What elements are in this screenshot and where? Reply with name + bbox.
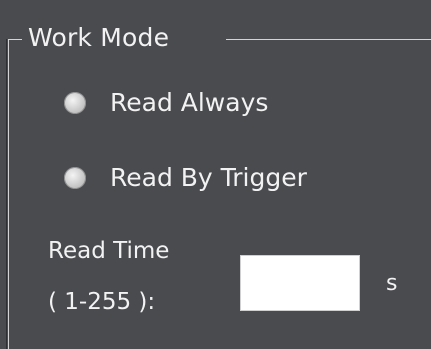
groupbox-border-top-right <box>226 39 431 40</box>
radio-button-icon[interactable] <box>64 167 86 189</box>
groupbox-border-shadow <box>6 39 7 349</box>
radio-read-always-label[interactable]: Read Always <box>110 87 268 119</box>
radio-button-icon[interactable] <box>64 92 86 114</box>
groupbox-border-top-left <box>8 39 22 40</box>
read-time-label: Read Time <box>48 238 170 264</box>
read-time-range-label: ( 1-255 ): <box>48 289 156 315</box>
groupbox-title: Work Mode <box>28 23 170 52</box>
groupbox-border-left <box>8 39 9 349</box>
radio-read-by-trigger-label[interactable]: Read By Trigger <box>110 162 307 194</box>
read-time-input[interactable] <box>240 255 360 311</box>
radio-read-by-trigger[interactable]: Read By Trigger <box>64 160 307 196</box>
work-mode-groupbox: Work Mode Read Always Read By Trigger Re… <box>0 0 431 349</box>
read-time-unit: s <box>386 271 398 296</box>
radio-read-always[interactable]: Read Always <box>64 85 268 121</box>
